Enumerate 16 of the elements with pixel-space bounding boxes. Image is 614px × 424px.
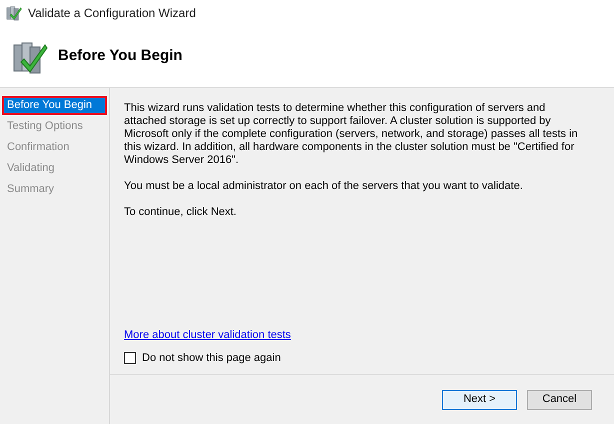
body-text: This wizard runs validation tests to determine whether this configuration of servers and attached storage is set up correctly to support failover. A cluster solution is supported by Microsoft only if the complete configuration (servers, network, and storage) passes all tests in this wizard. In addition, all hardware components in the cluster solution must be "Certified for Windows Server 2016". (124, 102, 579, 167)
help-link[interactable]: More about cluster validation tests (124, 327, 291, 344)
checkbox[interactable] (124, 352, 136, 364)
wizard-step[interactable]: Testing Options (2, 117, 107, 136)
window-title: Validate a Configuration Wizard (28, 5, 196, 22)
body-text: You must be a local administrator on each of the servers that you want to validate. (124, 180, 524, 193)
checkbox-label: Do not show this page again (142, 350, 281, 366)
cancel-button[interactable]: Cancel (527, 390, 592, 410)
wizard-step[interactable]: Summary (2, 180, 107, 199)
wizard-step[interactable]: Confirmation (2, 138, 107, 157)
body-text: To continue, click Next. (124, 206, 238, 219)
page-heading: Before You Begin (58, 46, 182, 66)
next-button[interactable]: Next > (442, 390, 517, 410)
wizard-step[interactable]: Before You Begin (2, 96, 107, 115)
wizard-step[interactable]: Validating (2, 159, 107, 178)
app-icon (6, 5, 22, 21)
